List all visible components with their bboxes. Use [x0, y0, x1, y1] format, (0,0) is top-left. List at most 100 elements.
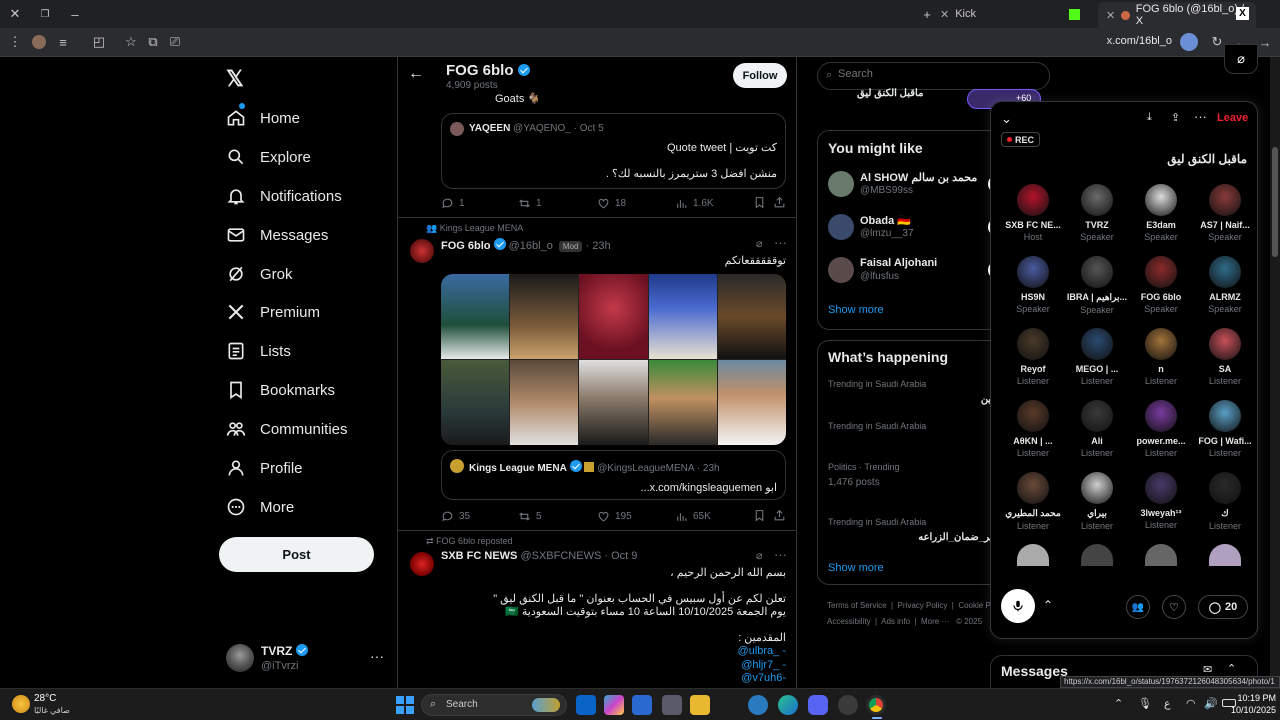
leave-button[interactable]: Leave	[1217, 112, 1248, 124]
show-more-link[interactable]: Show more	[828, 304, 884, 316]
trend-item[interactable]: Trending in Saudi Arabia ثلاثين	[828, 379, 1003, 415]
mention-link[interactable]: @v7uh6-	[741, 672, 786, 684]
input-language[interactable]: ع	[1164, 697, 1171, 710]
nav-item-explore[interactable]: Explore	[226, 142, 311, 172]
space-participant[interactable]: E3dam Speaker	[1129, 184, 1193, 242]
star-icon[interactable]: ☆	[122, 33, 140, 51]
footer-link[interactable]: More ···	[921, 617, 949, 626]
tray-chevron-icon[interactable]: ⌃	[1114, 697, 1123, 710]
space-participant[interactable]: MEGO | ... Listener	[1065, 328, 1129, 386]
space-participant[interactable]: محمد المطيري Listener	[1001, 472, 1065, 531]
profile-avatar-icon[interactable]	[32, 35, 46, 49]
start-button[interactable]	[396, 696, 414, 714]
space-participant[interactable]: IBRA | براهيم... Speaker	[1065, 256, 1129, 315]
share-button[interactable]	[773, 509, 786, 522]
nav-item-grok[interactable]: Grok	[226, 259, 293, 289]
nav-item-premium[interactable]: Premium	[226, 297, 320, 327]
tweet-image-grid[interactable]	[441, 274, 786, 445]
views-button[interactable]: 65K	[675, 510, 711, 523]
grok-icon[interactable]: ⌀	[756, 237, 763, 250]
tab-x-profile[interactable]: ✕ FOG 6blo (@16bl_o) / X	[1098, 2, 1256, 28]
space-participant[interactable]: SXB FC NE... Host	[1001, 184, 1065, 242]
suggested-user[interactable]: Faisal Aljohani @lfusfus	[828, 257, 1006, 289]
author-name[interactable]: SXB FC NEWS	[441, 550, 517, 562]
space-participant[interactable]: AθKN | ... Listener	[1001, 400, 1065, 458]
repost-button[interactable]: 1	[518, 197, 542, 210]
nav-item-bookmarks[interactable]: Bookmarks	[226, 375, 335, 405]
follow-button[interactable]: Follow	[733, 63, 787, 88]
floating-grok-icon[interactable]: ⌀	[1224, 44, 1258, 74]
footer-link[interactable]: Accessibility	[827, 617, 871, 626]
bookmark-button[interactable]	[753, 196, 766, 209]
mic-button[interactable]	[1001, 589, 1035, 623]
discord-icon[interactable]	[808, 695, 828, 715]
page-scrollbar[interactable]	[1270, 57, 1280, 688]
x-logo-icon[interactable]: 𝕏	[226, 66, 244, 92]
author-name[interactable]: FOG 6blo	[441, 240, 491, 252]
mention-link[interactable]: @hljr7_ -	[741, 659, 786, 671]
space-participant[interactable]: FOG | Wafi... Listener	[1193, 400, 1257, 458]
footer-link[interactable]: Privacy Policy	[898, 601, 948, 610]
clock-date[interactable]: 10/10/2025	[1226, 705, 1276, 715]
cast-icon[interactable]: ⎚	[166, 33, 184, 51]
new-message-icon[interactable]: ✉	[1203, 663, 1212, 676]
copilot-icon[interactable]	[604, 695, 624, 715]
grok-icon[interactable]: ⌀	[756, 549, 763, 562]
like-button[interactable]: 18	[597, 197, 626, 210]
space-participant[interactable]: n Listener	[1129, 328, 1193, 386]
footer-link[interactable]: Cookie P	[958, 601, 990, 610]
nav-item-messages[interactable]: Messages	[226, 220, 328, 250]
menu-dots-icon[interactable]: ⋮	[6, 33, 24, 51]
account-sync-icon[interactable]	[1180, 33, 1198, 51]
taskbar-search[interactable]: ⌕ Search	[421, 694, 567, 716]
trend-item[interactable]: Trending in Saudi Arabia	[828, 421, 1003, 457]
more-dots-icon[interactable]: ···	[1194, 109, 1207, 124]
expand-icon[interactable]: ⌃	[1227, 662, 1236, 675]
window-minimize-icon[interactable]: –	[66, 5, 84, 23]
new-tab-icon[interactable]: +	[918, 5, 936, 23]
space-participant[interactable]: ALRMZ Speaker	[1193, 256, 1257, 314]
repost-button[interactable]: 5	[518, 510, 542, 523]
window-close-icon[interactable]: ✕	[6, 5, 24, 23]
weather-icon[interactable]	[12, 695, 30, 713]
space-participant[interactable]: TVRZ Speaker	[1065, 184, 1129, 242]
space-participant[interactable]: AS7 | Naif... Speaker	[1193, 184, 1257, 242]
space-participant[interactable]: power.me... Listener	[1129, 400, 1193, 458]
space-participant[interactable]: ك Listener	[1193, 472, 1257, 531]
space-participant[interactable]: Ali Listener	[1065, 400, 1129, 458]
file-explorer-icon[interactable]	[690, 695, 710, 715]
sidebar-icon[interactable]: ≡	[54, 33, 72, 51]
reply-button[interactable]: 1	[441, 197, 465, 210]
app-icon[interactable]	[838, 695, 858, 715]
suggested-user[interactable]: Al SHOW محمد بن سالم @MBS99ss	[828, 171, 1006, 203]
scrollbar-thumb[interactable]	[1272, 147, 1278, 257]
nav-item-communities[interactable]: Communities	[226, 414, 348, 444]
quoted-tweet[interactable]: Kings League MENA @KingsLeagueMENA · 23h…	[441, 450, 786, 500]
trend-item[interactable]: Politics · Trending 1,476 posts	[828, 462, 1003, 498]
avatar[interactable]	[410, 239, 434, 263]
more-dots-icon[interactable]: ···	[370, 648, 384, 664]
extensions-icon[interactable]: ◰	[90, 33, 108, 51]
react-button[interactable]: ♡	[1162, 595, 1186, 619]
share-button[interactable]	[773, 196, 786, 209]
address-bar[interactable]: x.com/16bl_o	[1000, 35, 1172, 47]
store-icon[interactable]	[662, 695, 682, 715]
space-participant[interactable]: SA Listener	[1193, 328, 1257, 386]
clock-time[interactable]: 10:19 PM	[1232, 693, 1276, 703]
weather-temp[interactable]: 28°C	[34, 693, 56, 704]
suggested-user[interactable]: Obada 🇩🇪 @lmzu__37	[828, 214, 1006, 246]
search-input[interactable]	[838, 68, 1038, 80]
back-arrow-icon[interactable]: ←	[408, 65, 424, 83]
reply-button[interactable]: 35	[441, 510, 470, 523]
window-restore-icon[interactable]: ❐	[36, 5, 54, 23]
volume-icon[interactable]: 🔊	[1204, 697, 1218, 710]
bookmark-button[interactable]	[753, 509, 766, 522]
tab-close-icon[interactable]: ✕	[940, 8, 949, 21]
forward-icon[interactable]: →	[1256, 33, 1274, 51]
outlook-icon[interactable]	[576, 695, 596, 715]
wifi-icon[interactable]: ◠	[1186, 697, 1196, 710]
nav-item-lists[interactable]: Lists	[226, 336, 291, 366]
tab-close-icon[interactable]: ✕	[1106, 9, 1115, 22]
show-more-link[interactable]: Show more	[828, 562, 884, 574]
space-participant[interactable]: 3lweyah¹³ Listener	[1129, 472, 1193, 530]
